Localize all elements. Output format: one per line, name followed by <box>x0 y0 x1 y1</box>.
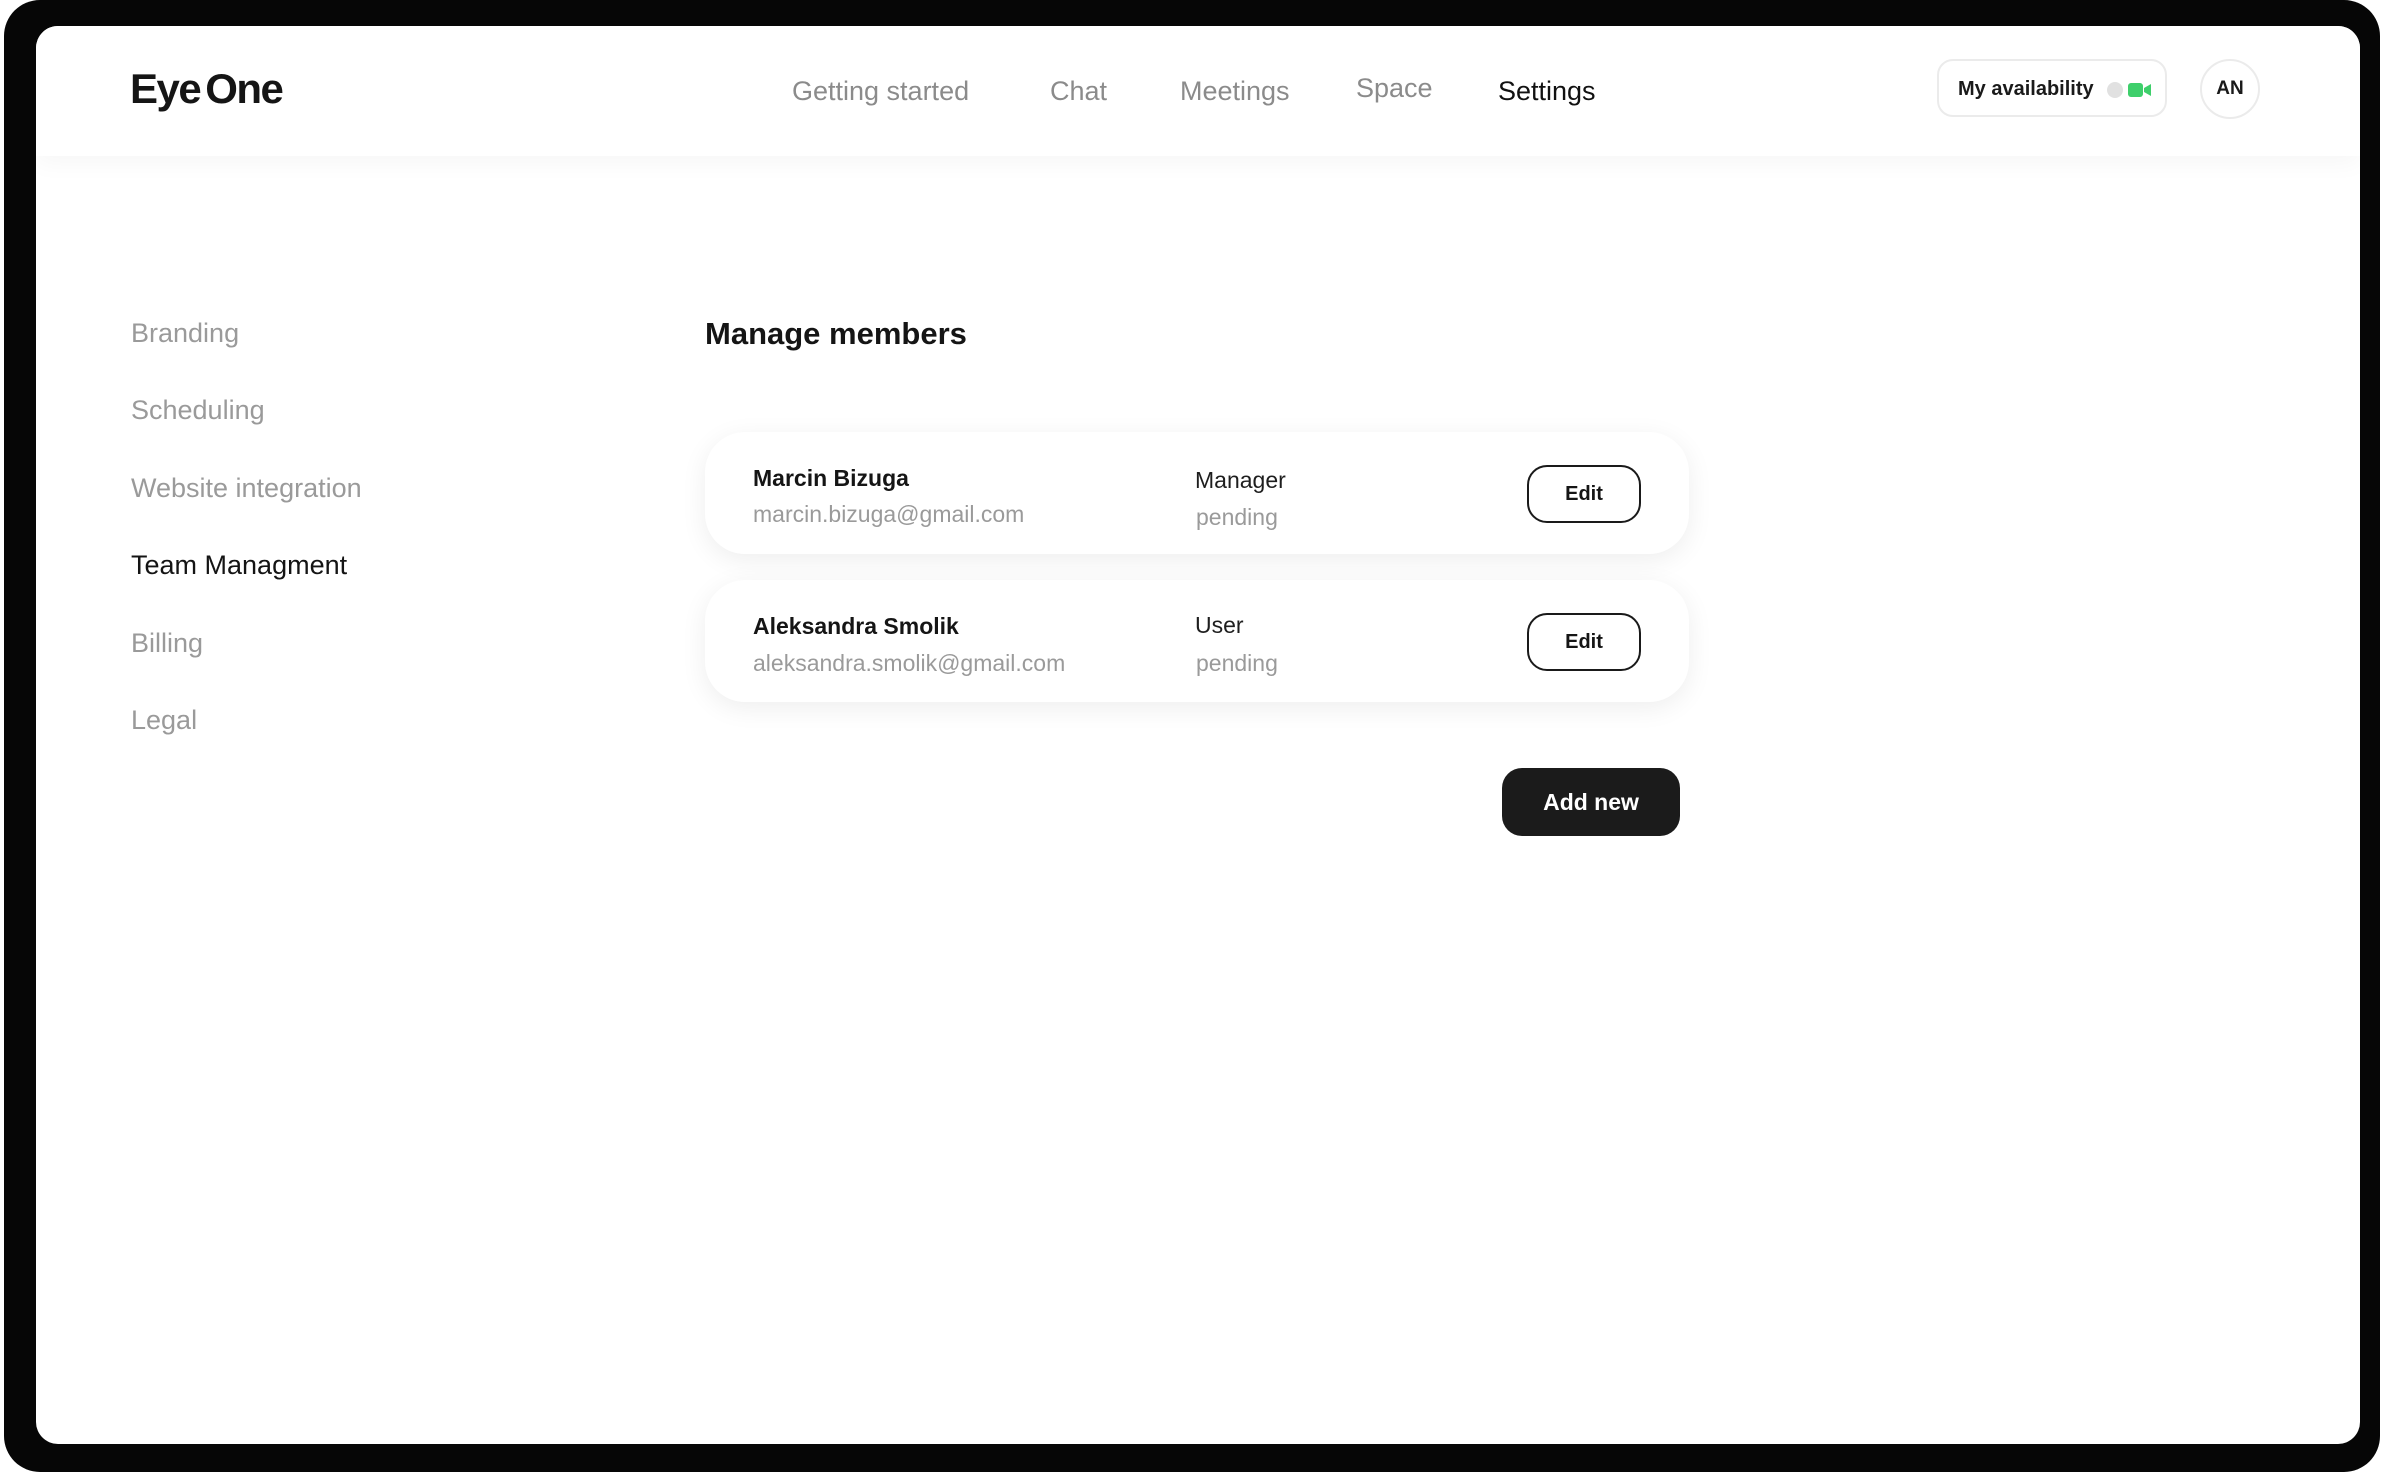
member-status: pending <box>1196 504 1278 530</box>
nav-settings[interactable]: Settings <box>1498 73 1596 109</box>
nav-chat[interactable]: Chat <box>1050 73 1107 109</box>
top-navigation-bar: Eye One Getting started Chat Meetings Spa… <box>36 26 2360 156</box>
app-logo[interactable]: Eye One <box>130 62 284 116</box>
member-name: Aleksandra Smolik <box>753 613 959 639</box>
member-role: User <box>1195 612 1244 638</box>
nav-getting-started[interactable]: Getting started <box>792 73 969 109</box>
member-email: marcin.bizuga@gmail.com <box>753 501 1025 527</box>
member-role: Manager <box>1195 467 1286 493</box>
availability-toggle[interactable]: My availability <box>1937 59 2167 117</box>
availability-label: My availability <box>1958 78 2094 100</box>
sidebar-item-branding[interactable]: Branding <box>131 315 239 351</box>
member-name: Marcin Bizuga <box>753 465 909 491</box>
member-card: Aleksandra Smolik aleksandra.smolik@gmai… <box>705 580 1689 702</box>
nav-meetings[interactable]: Meetings <box>1180 73 1290 109</box>
sidebar-item-website-integration[interactable]: Website integration <box>131 470 362 506</box>
add-new-member-button[interactable]: Add new <box>1502 768 1680 836</box>
video-camera-icon <box>2128 83 2151 97</box>
logo-word-one: One <box>205 65 284 112</box>
user-avatar[interactable]: AN <box>2200 59 2260 119</box>
member-email: aleksandra.smolik@gmail.com <box>753 650 1066 676</box>
device-frame: Eye One Getting started Chat Meetings Spa… <box>4 0 2380 1472</box>
sidebar-item-scheduling[interactable]: Scheduling <box>131 392 265 428</box>
sidebar-item-billing[interactable]: Billing <box>131 625 203 661</box>
sidebar-item-team-management[interactable]: Team Managment <box>131 547 347 583</box>
logo-word-eye: Eye <box>130 65 202 112</box>
nav-space[interactable]: Space <box>1356 70 1433 106</box>
member-card: Marcin Bizuga marcin.bizuga@gmail.com Ma… <box>705 432 1689 554</box>
availability-status-dot <box>2107 82 2123 98</box>
sidebar-item-legal[interactable]: Legal <box>131 702 197 738</box>
page-title: Manage members <box>705 316 967 351</box>
edit-member-button[interactable]: Edit <box>1527 613 1641 671</box>
edit-member-button[interactable]: Edit <box>1527 465 1641 523</box>
member-status: pending <box>1196 650 1278 676</box>
app-window: Eye One Getting started Chat Meetings Spa… <box>36 26 2360 1444</box>
